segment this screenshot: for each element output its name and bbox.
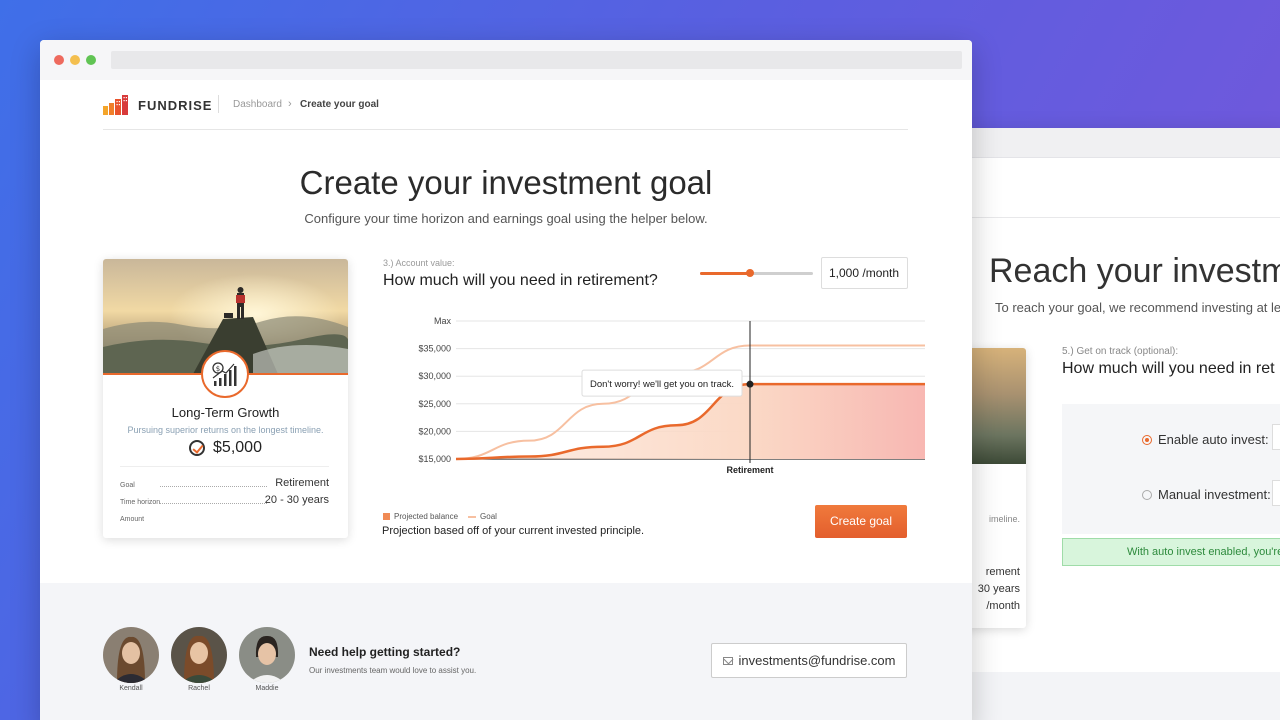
create-goal-button[interactable]: Create goal (815, 505, 907, 538)
y-tick-label: $15,000 (418, 454, 451, 464)
radio-selected-icon[interactable] (1142, 434, 1152, 445)
chart-legend: Projected balance Goal (383, 512, 497, 521)
address-bar[interactable] (111, 51, 962, 69)
radio-unselected-icon[interactable] (1142, 489, 1152, 500)
avatar-name: Kendall (119, 685, 143, 692)
email-contact-button[interactable]: investments@fundrise.com (711, 643, 907, 678)
back-question: How much will you need in ret (1062, 360, 1275, 377)
back-card-text: 30 years (977, 583, 1020, 595)
breadcrumb-dashboard[interactable]: Dashboard (233, 99, 282, 110)
help-title: Need help getting started? (309, 645, 461, 659)
tooltip-text: Don't worry! we'll get you on track. (590, 379, 734, 390)
legend-label: Projected balance (394, 512, 459, 521)
help-footer: Kendall Rachel Maddie Need help getting … (40, 583, 972, 720)
manual-invest-field[interactable] (1272, 480, 1280, 506)
back-card-text: rement (985, 566, 1020, 578)
dotted-leader (160, 486, 267, 487)
goal-meta-row: Goal Retirement (120, 475, 329, 489)
retirement-projection-chart: Max $35,000 $30,000 $25,000 $20,000 $15,000 R… (418, 316, 925, 475)
card-divider (120, 466, 329, 467)
meta-label: Time horizon (120, 499, 161, 506)
back-window-titlebar (960, 128, 1280, 158)
avatar-name: Maddie (255, 685, 279, 692)
retirement-question: How much will you need in retirement? (383, 272, 658, 289)
goal-card-amount: $5,000 (103, 439, 348, 457)
back-step-label: 5.) Get on track (optional): (1062, 346, 1179, 357)
goal-card[interactable]: $ Long-Term Growth Pursuing superior ret… (103, 259, 348, 538)
y-tick-label: Max (434, 316, 452, 326)
back-page-title: Reach your investme (989, 252, 1280, 290)
goal-card-subtitle: Pursuing superior returns on the longest… (127, 425, 324, 435)
top-navigation: FUNDRISE Dashboard › Create your goal (103, 95, 908, 130)
help-subtitle: Our investments team would love to assis… (309, 666, 477, 675)
legend-swatch (383, 513, 390, 520)
projection-note: Projection based off of your current inv… (382, 525, 645, 537)
meta-label: Amount (120, 516, 145, 523)
y-tick-label: $30,000 (418, 371, 451, 381)
manual-invest-label: Manual investment: (1158, 487, 1271, 502)
fundrise-logo-icon (103, 95, 128, 115)
retirement-point (746, 380, 754, 388)
auto-invest-alert: With auto invest enabled, you're (1062, 538, 1280, 566)
meta-label: Goal (120, 482, 135, 489)
nav-divider (218, 95, 219, 113)
auto-invest-field[interactable] (1272, 424, 1280, 450)
auto-invest-label: Enable auto invest: (1158, 432, 1269, 447)
legend-label: Goal (480, 512, 497, 521)
chevron-right-icon: › (288, 98, 292, 110)
check-circle-icon (189, 440, 206, 456)
y-tick-label: $35,000 (418, 344, 451, 354)
email-address: investments@fundrise.com (738, 653, 896, 668)
back-page-subtitle: To reach your goal, we recommend investi… (995, 300, 1280, 315)
goal-amount-value: $5,000 (213, 439, 262, 456)
legend-projected: Projected balance (383, 512, 458, 521)
back-footer (960, 672, 1280, 720)
growth-chart-icon: $ (201, 350, 249, 398)
back-window-header (960, 158, 1280, 218)
svg-text:$: $ (216, 365, 220, 373)
goal-card-title: Long-Term Growth (171, 405, 280, 420)
avatar (239, 627, 295, 683)
legend-goal: Goal (468, 512, 497, 521)
auto-invest-option[interactable]: Enable auto invest: (1142, 432, 1269, 447)
back-card-text: /month (986, 600, 1020, 612)
mail-icon (722, 656, 733, 665)
browser-window: FUNDRISE Dashboard › Create your goal Cr… (40, 40, 972, 720)
y-tick-label: $25,000 (418, 399, 451, 409)
legend-swatch (468, 515, 477, 518)
x-marker-label: Retirement (726, 465, 773, 475)
slider-fill (700, 272, 750, 275)
meta-value: 20 - 30 years (264, 494, 329, 506)
back-card-text: imeline. (988, 514, 1020, 524)
amount-meta-row: Amount (120, 509, 329, 523)
y-tick-label: $20,000 (418, 426, 451, 436)
back-invest-panel: Enable auto invest: Manual investment: (1062, 404, 1280, 534)
time-horizon-meta-row: Time horizon 20 - 30 years (120, 492, 329, 506)
avatar (103, 627, 159, 683)
manual-invest-option[interactable]: Manual investment: (1142, 487, 1271, 502)
fundrise-logo[interactable]: FUNDRISE (103, 95, 212, 115)
monthly-amount-slider[interactable] (700, 269, 813, 277)
step-label: 3.) Account value: (383, 258, 455, 268)
dotted-leader (160, 503, 267, 504)
brand-name: FUNDRISE (138, 97, 213, 113)
maximize-window-button[interactable] (86, 55, 96, 65)
slider-handle[interactable] (745, 269, 754, 277)
avatar (171, 627, 227, 683)
minimize-window-button[interactable] (70, 55, 80, 65)
monthly-amount-input[interactable]: 1,000 /month (821, 257, 908, 289)
meta-value: Retirement (275, 477, 329, 489)
page-subtitle: Configure your time horizon and earnings… (304, 211, 708, 226)
page-title: Create your investment goal (299, 164, 713, 201)
close-window-button[interactable] (54, 55, 64, 65)
background-window: Reach your investme To reach your goal, … (960, 128, 1280, 720)
avatar-name: Rachel (188, 685, 210, 692)
browser-titlebar (40, 40, 972, 80)
breadcrumb-current: Create your goal (300, 99, 379, 110)
